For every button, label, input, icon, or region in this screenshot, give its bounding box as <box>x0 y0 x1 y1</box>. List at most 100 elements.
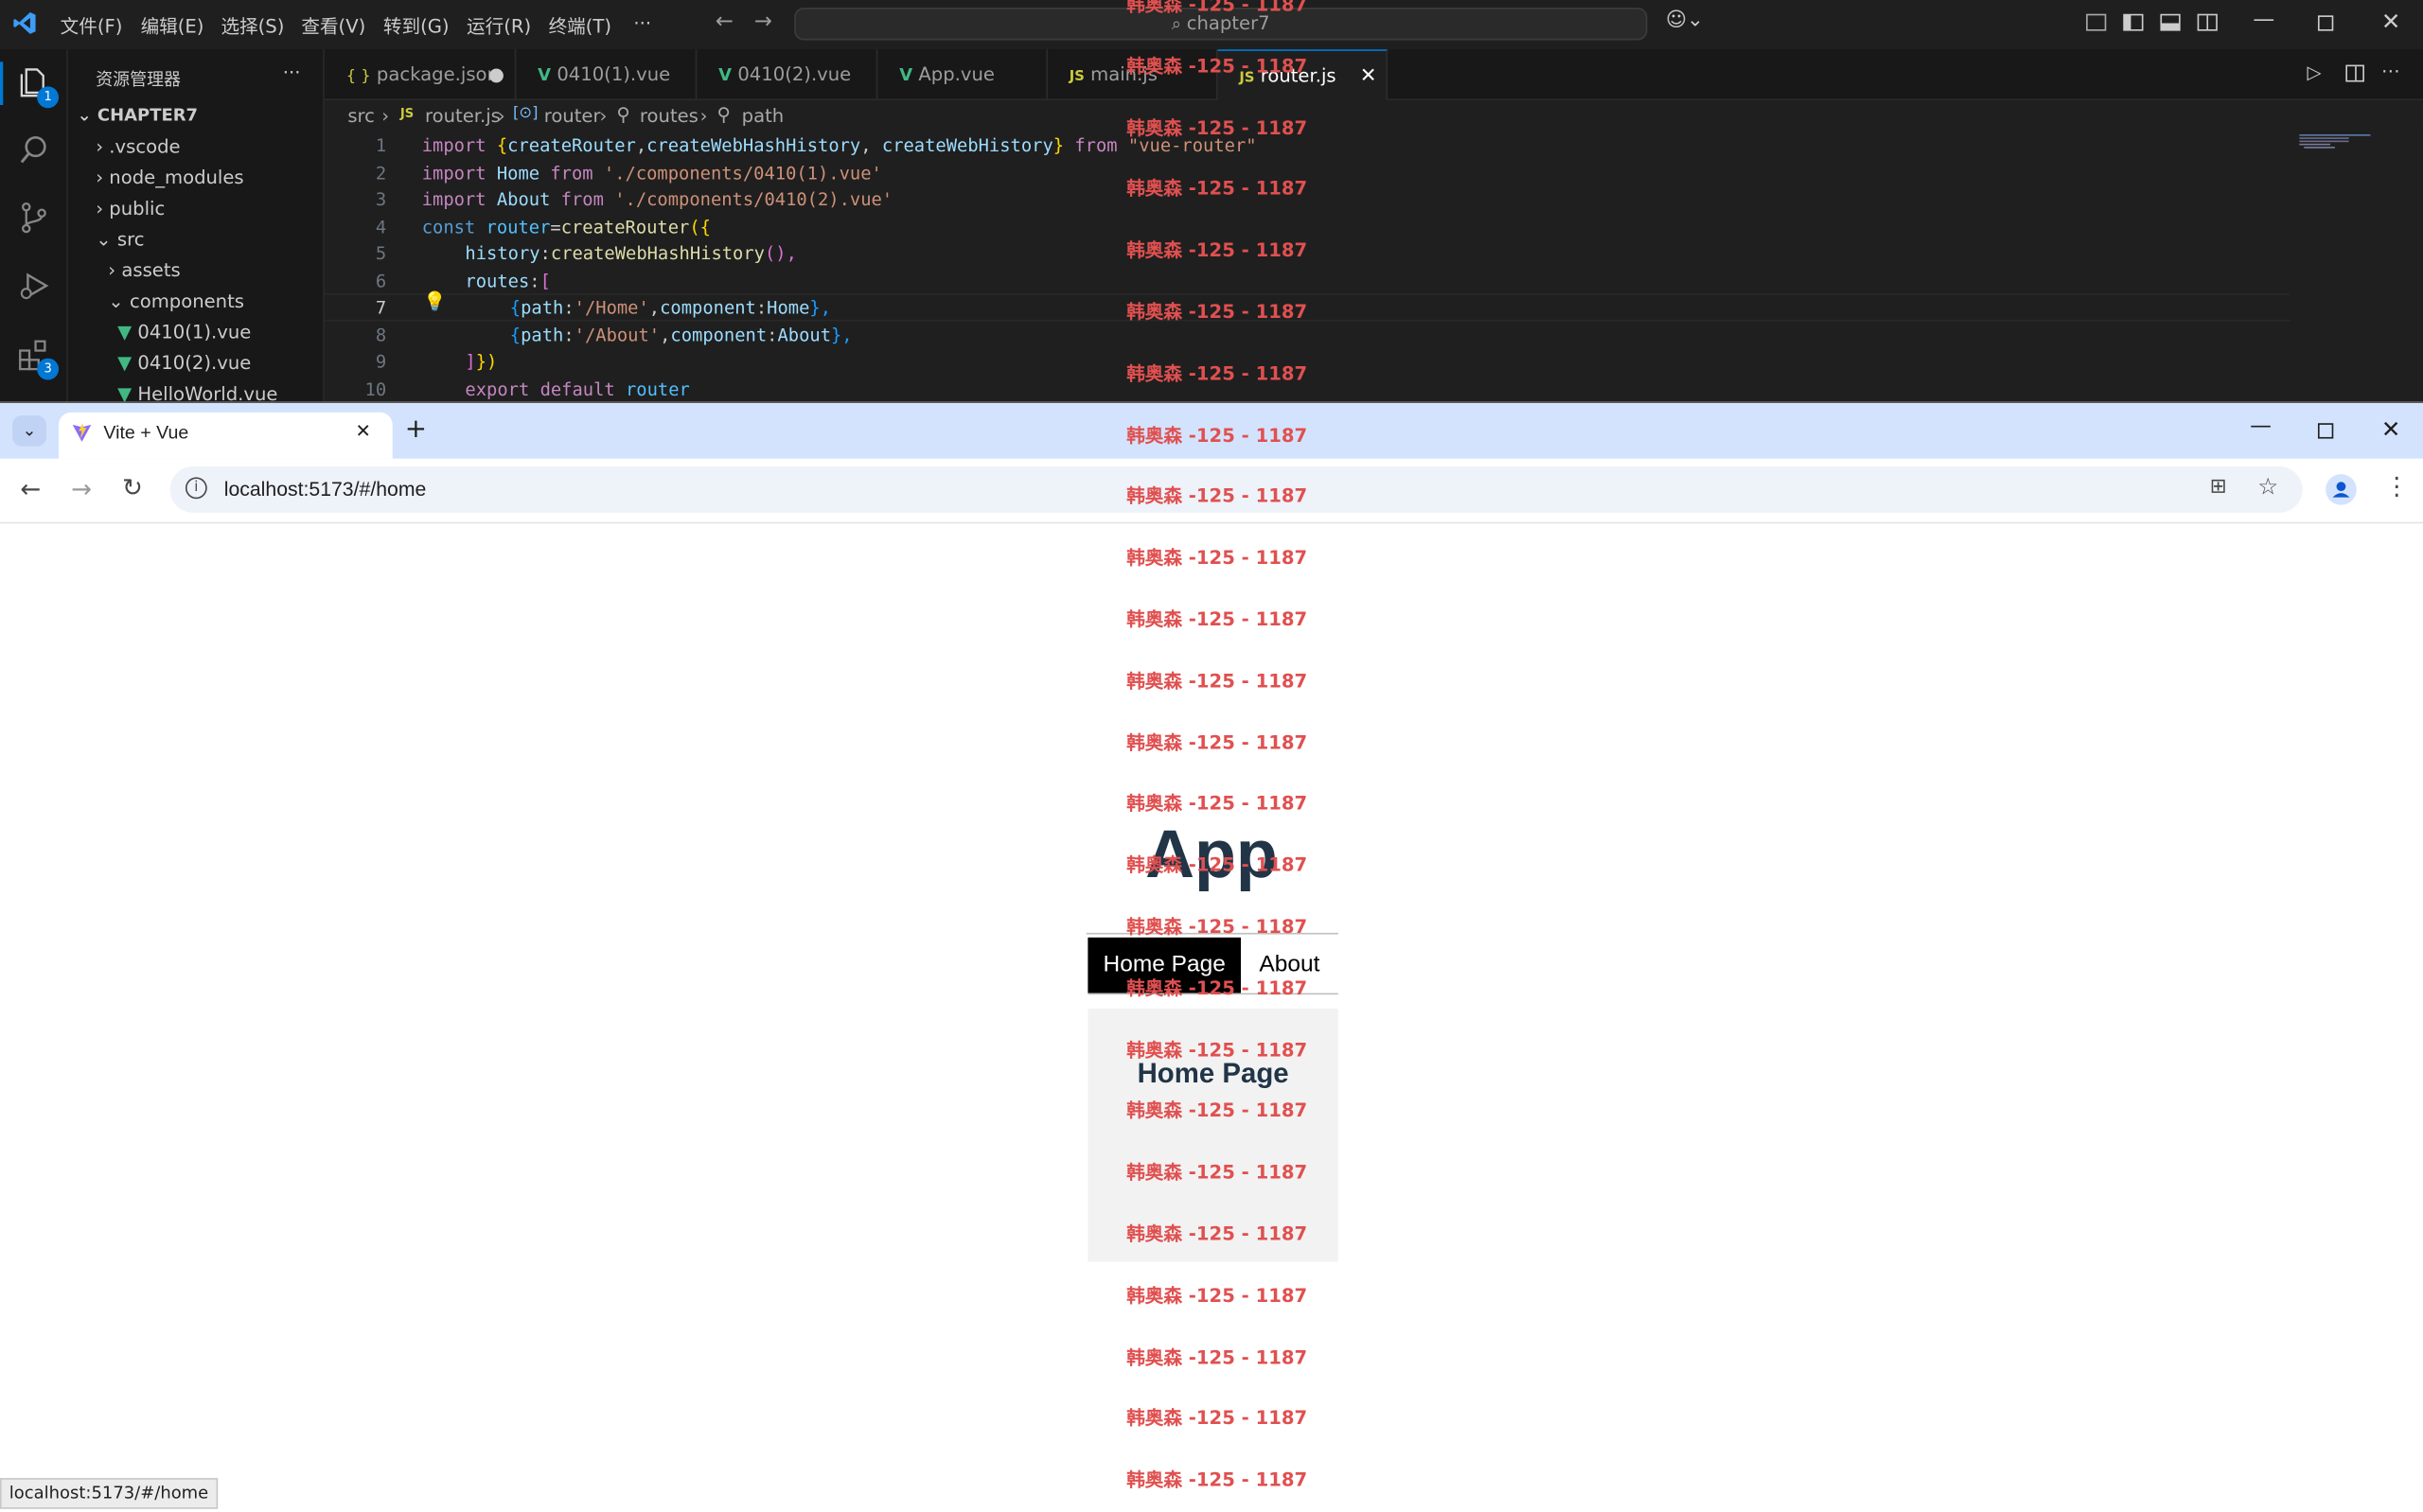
line-number: 5 <box>375 242 387 265</box>
menu-run[interactable]: 运行(R) <box>467 12 531 39</box>
menu-file[interactable]: 文件(F) <box>61 12 123 39</box>
run-debug-icon[interactable] <box>15 269 52 306</box>
source-control-icon[interactable] <box>15 201 52 237</box>
close-tab-icon[interactable]: ✕ <box>1360 51 1377 102</box>
tree-item-vscode[interactable]: › .vscode <box>96 136 180 158</box>
site-info-icon[interactable]: i <box>185 477 207 500</box>
chevron-down-icon: ⌄ <box>96 228 117 251</box>
breadcrumb-router-js[interactable]: router.js <box>425 105 501 127</box>
breadcrumb-router[interactable]: router <box>544 105 601 127</box>
menu-more[interactable]: ··· <box>633 12 651 34</box>
nav-forward-icon[interactable]: → <box>754 9 772 34</box>
nav-home-link[interactable]: Home Page <box>1088 937 1242 993</box>
menu-goto[interactable]: 转到(G) <box>383 12 450 39</box>
command-center-search[interactable]: ⌕ chapter7 <box>794 8 1648 41</box>
chevron-right-icon: › <box>699 104 708 127</box>
code-line: const router=createRouter({ <box>421 216 711 238</box>
copilot-icon[interactable]: ☺⌄ <box>1666 9 1704 32</box>
toggle-sidebar-icon[interactable] <box>2123 13 2144 31</box>
chevron-right-icon: › <box>108 259 122 282</box>
code-line: import {createRouter,createWebHashHistor… <box>421 134 1257 156</box>
tree-item-public[interactable]: › public <box>96 198 165 220</box>
menu-terminal[interactable]: 终端(T) <box>549 12 611 39</box>
translate-icon[interactable]: ⊞ <box>2210 476 2227 499</box>
tab-label: 0410(2).vue <box>737 62 852 85</box>
tab-0410-1-vue[interactable]: V 0410(1).vue <box>516 49 698 101</box>
tab-router-js[interactable]: JS router.js ✕ <box>1217 49 1388 102</box>
breadcrumb-routes[interactable]: routes <box>640 105 699 127</box>
vite-logo-icon <box>71 420 93 449</box>
browser-tab-vite-vue[interactable]: Vite + Vue ✕ <box>59 412 393 459</box>
explorer-title: 资源管理器 <box>96 69 182 90</box>
tab-0410-2-vue[interactable]: V 0410(2).vue <box>697 49 878 101</box>
chevron-right-icon: › <box>599 104 608 127</box>
extensions-icon[interactable]: 3 <box>15 337 60 380</box>
chevron-right-icon: › <box>96 135 110 158</box>
menu-view[interactable]: 查看(V) <box>301 12 365 39</box>
tab-label: main.js <box>1090 62 1158 85</box>
tab-app-vue[interactable]: V App.vue <box>877 49 1048 101</box>
tree-item-node-modules[interactable]: › node_modules <box>96 167 243 188</box>
code-line: export default router <box>465 378 690 400</box>
menu-edit[interactable]: 编辑(E) <box>141 12 204 39</box>
restore-icon[interactable] <box>2317 15 2334 31</box>
minimize-icon[interactable]: — <box>2253 8 2274 32</box>
tab-search-icon[interactable]: ⌄ <box>12 415 46 447</box>
wrench-icon: ⚲ <box>616 103 630 126</box>
nav-divider <box>1088 993 1338 995</box>
vue-file-icon: ▼ <box>117 352 138 375</box>
lightbulb-icon[interactable]: 💡 <box>423 290 446 312</box>
nav-underline <box>1086 932 1338 935</box>
search-placeholder: chapter7 <box>1186 12 1270 34</box>
wrench-icon: ⚲ <box>716 103 731 126</box>
maximize-icon[interactable] <box>2317 423 2334 439</box>
vscode-titlebar: 文件(F) 编辑(E) 选择(S) 查看(V) 转到(G) 运行(R) 终端(T… <box>0 0 2423 50</box>
js-file-icon: JS <box>399 106 415 121</box>
bookmark-star-icon[interactable]: ☆ <box>2257 472 2278 500</box>
toggle-secondary-sidebar-icon[interactable] <box>2197 13 2218 31</box>
chevron-right-icon: › <box>96 167 110 189</box>
explorer-icon[interactable]: 1 <box>15 65 60 109</box>
active-indicator <box>0 62 4 105</box>
tree-item-label: .vscode <box>109 135 181 158</box>
tree-item-label: src <box>116 228 145 251</box>
minimize-icon[interactable]: — <box>2250 413 2272 438</box>
split-editor-icon[interactable] <box>2345 64 2364 82</box>
tree-item-src[interactable]: ⌄ src <box>96 229 144 251</box>
close-window-icon[interactable]: ✕ <box>2381 415 2401 443</box>
customize-layout-icon[interactable] <box>2086 13 2107 31</box>
nav-back-icon[interactable]: ← <box>716 9 734 34</box>
tree-item-components[interactable]: ⌄ components <box>108 290 244 312</box>
browser-menu-icon[interactable]: ⋮ <box>2384 471 2409 501</box>
address-bar[interactable]: i localhost:5173/#/home ⊞ ☆ <box>169 466 2303 513</box>
new-tab-icon[interactable]: + <box>405 413 427 445</box>
profile-avatar-icon[interactable] <box>2326 474 2357 505</box>
tab-main-js[interactable]: JS main.js <box>1048 49 1218 101</box>
line-number: 6 <box>375 270 387 292</box>
tree-root-chapter7[interactable]: ⌄ CHAPTER7 <box>78 105 198 125</box>
tree-item-0410-2-vue[interactable]: ▼ 0410(2).vue <box>117 352 251 374</box>
close-tab-icon[interactable]: ✕ <box>356 420 371 442</box>
url-text[interactable]: localhost:5173/#/home <box>224 477 427 500</box>
menu-selection[interactable]: 选择(S) <box>221 12 284 39</box>
reload-icon[interactable]: ↻ <box>122 472 143 501</box>
home-page-title: Home Page <box>1137 1058 1289 1089</box>
editor-more-icon[interactable]: ⋯ <box>2381 61 2400 82</box>
breadcrumb-path[interactable]: path <box>742 105 785 127</box>
browser-tab-title: Vite + Vue <box>103 421 189 444</box>
toggle-panel-icon[interactable] <box>2160 13 2181 31</box>
tree-item-0410-1-vue[interactable]: ▼ 0410(1).vue <box>117 322 251 343</box>
tree-item-assets[interactable]: › assets <box>108 259 180 281</box>
explorer-more-icon[interactable]: ··· <box>283 62 301 83</box>
code-editor[interactable]: 1 2 3 4 5 6 7 8 9 10 💡 import {createRou… <box>324 131 2423 405</box>
breadcrumb-src[interactable]: src <box>347 105 375 127</box>
tab-package-json[interactable]: { } package.json ● <box>325 49 517 101</box>
forward-icon[interactable]: → <box>71 474 92 503</box>
tree-item-label: node_modules <box>109 167 244 189</box>
close-window-icon[interactable]: ✕ <box>2381 8 2401 35</box>
nav-about-link[interactable]: About <box>1241 938 1338 993</box>
minimap[interactable] <box>2296 132 2374 153</box>
search-view-icon[interactable] <box>15 132 52 169</box>
run-icon[interactable]: ▷ <box>2308 62 2322 83</box>
back-icon[interactable]: ← <box>20 474 41 503</box>
